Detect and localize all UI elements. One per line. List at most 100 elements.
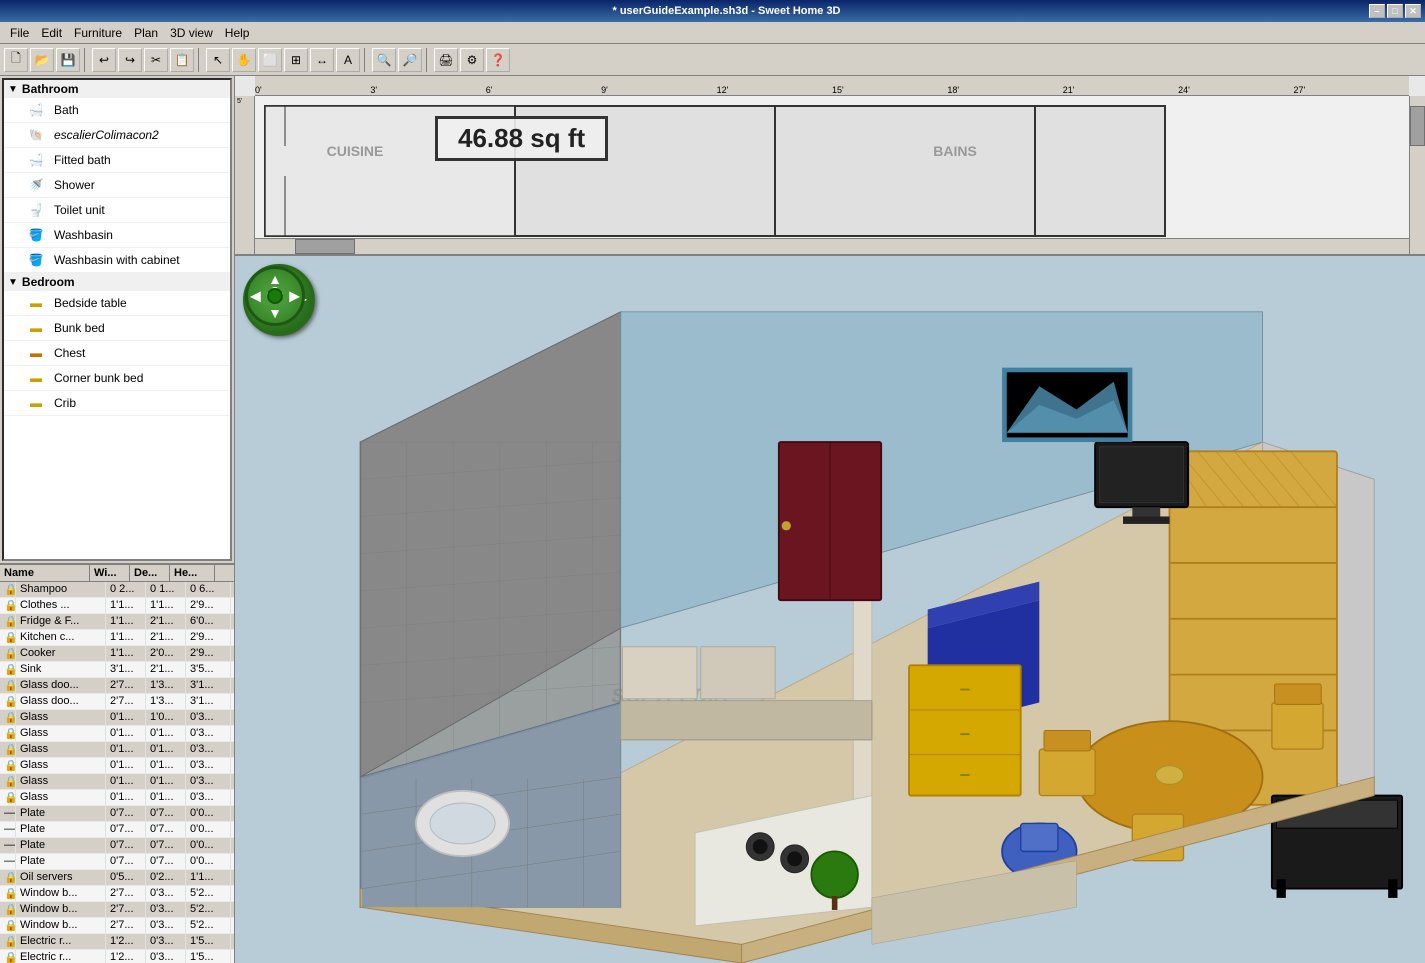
dimension-tool[interactable]: ↔ — [310, 48, 334, 72]
list-item[interactable]: 🔒Glass0'1...0'1...0'3... — [0, 726, 234, 742]
item-escalier[interactable]: 🐚 escalierColimacon2 — [4, 123, 230, 148]
col-width: Wi... — [90, 565, 130, 581]
list-item[interactable]: 🔒Oil servers0'5...0'2...1'1... — [0, 870, 234, 886]
maximize-button[interactable]: □ — [1387, 4, 1403, 18]
item-washbasin-cab[interactable]: 🪣 Washbasin with cabinet — [4, 248, 230, 273]
item-toilet-label: Toilet unit — [54, 203, 105, 217]
category-bathroom[interactable]: ▼ Bathroom — [4, 80, 230, 98]
category-bedroom[interactable]: ▼ Bedroom — [4, 273, 230, 291]
item-bedside[interactable]: ▬ Bedside table — [4, 291, 230, 316]
washbasin-icon: 🪣 — [24, 225, 48, 245]
zoom-in-button[interactable]: 🔍 — [372, 48, 396, 72]
item-bunkbed[interactable]: ▬ Bunk bed — [4, 316, 230, 341]
room-tool[interactable]: ⊞ — [284, 48, 308, 72]
scrollbar-horizontal[interactable] — [255, 238, 1409, 254]
new-button[interactable]: 🗋 — [4, 48, 28, 72]
toilet-icon: 🚽 — [24, 200, 48, 220]
col-name: Name — [0, 565, 90, 581]
redo-button[interactable]: ↪ — [118, 48, 142, 72]
open-button[interactable]: 📂 — [30, 48, 54, 72]
escalier-icon: 🐚 — [24, 125, 48, 145]
ruler-horizontal: 0' 3' 6' 9' 12' 15' 18' 21' 24' 27' — [255, 76, 1409, 96]
list-item[interactable]: 🔒Glass0'1...0'1...0'3... — [0, 790, 234, 806]
list-item[interactable]: 🔒Electric r...1'2...0'3...1'5... — [0, 934, 234, 950]
wall-tool[interactable]: ⬜ — [258, 48, 282, 72]
furniture-tree: ▼ Bathroom 🛁 Bath 🐚 escalierColimacon2 🛁… — [2, 78, 232, 561]
minimize-button[interactable]: – — [1369, 4, 1385, 18]
bath-icon: 🛁 — [24, 100, 48, 120]
list-item[interactable]: 🔒Kitchen c...1'1...2'1...2'9... — [0, 630, 234, 646]
item-corner-bunk-label: Corner bunk bed — [54, 371, 143, 385]
main-layout: ▼ Bathroom 🛁 Bath 🐚 escalierColimacon2 🛁… — [0, 76, 1425, 963]
sqft-display: 46.88 sq ft — [435, 116, 608, 161]
list-item[interactable]: 🔒Window b...2'7...0'3...5'2... — [0, 902, 234, 918]
label-tool[interactable]: A — [336, 48, 360, 72]
list-item[interactable]: —Plate0'7...0'7...0'0... — [0, 838, 234, 854]
item-bath-label: Bath — [54, 103, 79, 117]
item-toilet[interactable]: 🚽 Toilet unit — [4, 198, 230, 223]
view-3d: ✚ ▲ ▼ ◀ ▶ — [235, 256, 1425, 963]
preferences-button[interactable]: ⚙ — [460, 48, 484, 72]
item-fitted-bath[interactable]: 🛁 Fitted bath — [4, 148, 230, 173]
list-item[interactable]: 🔒Glass0'1...1'0...0'3... — [0, 710, 234, 726]
list-item[interactable]: 🔒Sink3'1...2'1...3'5... — [0, 662, 234, 678]
list-item[interactable]: 🔒Window b...2'7...0'3...5'2... — [0, 886, 234, 902]
menu-edit[interactable]: Edit — [35, 24, 68, 42]
col-depth: De... — [130, 565, 170, 581]
toolbar: 🗋 📂 💾 ↩ ↪ ✂ 📋 ↖ ✋ ⬜ ⊞ ↔ A 🔍 🔎 🖨 ⚙ ❓ — [0, 44, 1425, 76]
print-button[interactable]: 🖨 — [434, 48, 458, 72]
list-item[interactable]: 🔒Fridge & F...1'1...2'1...6'0... — [0, 614, 234, 630]
list-item[interactable]: 🔒Window b...2'7...0'3...5'2... — [0, 918, 234, 934]
nav-control[interactable]: ✚ ▲ ▼ ◀ ▶ — [245, 266, 305, 326]
undo-button[interactable]: ↩ — [92, 48, 116, 72]
zoom-out-button[interactable]: 🔎 — [398, 48, 422, 72]
list-item[interactable]: 🔒Glass doo...2'7...1'3...3'1... — [0, 694, 234, 710]
menu-furniture[interactable]: Furniture — [68, 24, 128, 42]
copy-button[interactable]: 📋 — [170, 48, 194, 72]
save-button[interactable]: 💾 — [56, 48, 80, 72]
list-item[interactable]: 🔒Glass0'1...0'1...0'3... — [0, 774, 234, 790]
menu-help[interactable]: Help — [219, 24, 256, 42]
help-button[interactable]: ❓ — [486, 48, 510, 72]
list-item[interactable]: —Plate0'7...0'7...0'0... — [0, 854, 234, 870]
menu-plan[interactable]: Plan — [128, 24, 164, 42]
furniture-list: Name Wi... De... He... 🔒Shampoo0 2...0 1… — [0, 563, 234, 963]
list-item[interactable]: 🔒Clothes ...1'1...1'1...2'9... — [0, 598, 234, 614]
close-button[interactable]: ✕ — [1405, 4, 1421, 18]
svg-text:BAINS: BAINS — [933, 143, 977, 159]
item-corner-bunk[interactable]: ▬ Corner bunk bed — [4, 366, 230, 391]
cut-button[interactable]: ✂ — [144, 48, 168, 72]
bedside-icon: ▬ — [24, 293, 48, 313]
shower-icon: 🚿 — [24, 175, 48, 195]
list-item[interactable]: 🔒Cooker1'1...2'0...2'9... — [0, 646, 234, 662]
chest-icon: ▬ — [24, 343, 48, 363]
list-item[interactable]: 🔒Glass doo...2'7...1'3...3'1... — [0, 678, 234, 694]
item-washbasin[interactable]: 🪣 Washbasin — [4, 223, 230, 248]
floor-plan-view: 0' 3' 6' 9' 12' 15' 18' 21' 24' 27' 5' — [235, 76, 1425, 256]
item-shower[interactable]: 🚿 Shower — [4, 173, 230, 198]
select-tool[interactable]: ↖ — [206, 48, 230, 72]
category-bathroom-label: Bathroom — [22, 82, 79, 96]
item-crib[interactable]: ▬ Crib — [4, 391, 230, 416]
floor-plan-content: CUISINE BAINS 46.88 sq ft — [255, 96, 1409, 238]
list-item[interactable]: —Plate0'7...0'7...0'0... — [0, 822, 234, 838]
list-item[interactable]: 🔒Glass0'1...0'1...0'3... — [0, 758, 234, 774]
list-item[interactable]: 🔒Shampoo0 2...0 1...0 6... — [0, 582, 234, 598]
right-panel: 0' 3' 6' 9' 12' 15' 18' 21' 24' 27' 5' — [235, 76, 1425, 963]
separator-1 — [84, 48, 88, 72]
list-item[interactable]: —Plate0'7...0'7...0'0... — [0, 806, 234, 822]
window-title: * userGuideExample.sh3d - Sweet Home 3D — [84, 5, 1369, 17]
menu-file[interactable]: File — [4, 24, 35, 42]
menu-3dview[interactable]: 3D view — [164, 24, 219, 42]
list-item[interactable]: 🔒Glass0'1...0'1...0'3... — [0, 742, 234, 758]
collapse-arrow: ▼ — [8, 84, 18, 95]
list-item[interactable]: 🔒Electric r...1'2...0'3...1'5... — [0, 950, 234, 963]
item-bath[interactable]: 🛁 Bath — [4, 98, 230, 123]
separator-2 — [198, 48, 202, 72]
item-fitted-bath-label: Fitted bath — [54, 153, 111, 167]
item-chest[interactable]: ▬ Chest — [4, 341, 230, 366]
pan-tool[interactable]: ✋ — [232, 48, 256, 72]
category-bedroom-label: Bedroom — [22, 275, 75, 289]
left-panel: ▼ Bathroom 🛁 Bath 🐚 escalierColimacon2 🛁… — [0, 76, 235, 963]
scrollbar-vertical[interactable] — [1409, 96, 1425, 254]
